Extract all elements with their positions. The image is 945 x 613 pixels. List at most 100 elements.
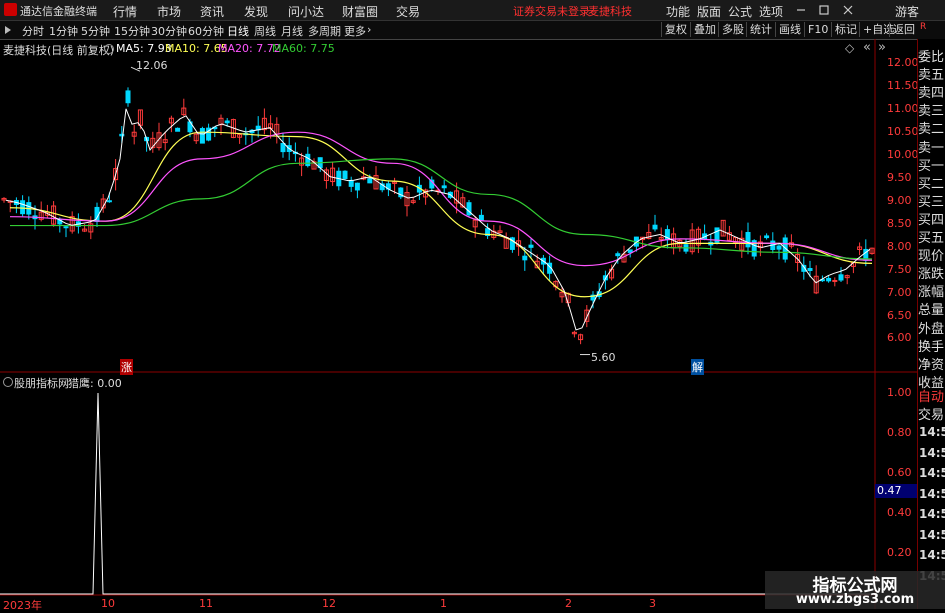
quote-label: 买三: [918, 194, 945, 210]
candle-body: [106, 200, 112, 203]
candle-body: [224, 120, 230, 124]
menu-shichang[interactable]: 市场: [157, 3, 181, 20]
sub-settings-circle-icon[interactable]: [3, 377, 13, 387]
collapse-left-icon[interactable]: «: [863, 40, 871, 55]
quote-label: 卖三: [918, 104, 945, 120]
app-title: 通达信金融终端: [20, 5, 97, 18]
btn-huaxian[interactable]: 画线: [775, 22, 804, 37]
quote-label: 外盘: [918, 321, 945, 337]
quote-label: 换手: [918, 339, 945, 355]
period-more[interactable]: 更多: [344, 23, 366, 39]
btn-biaoji[interactable]: 标记: [831, 22, 860, 37]
candle-body: [838, 274, 844, 281]
marker-zhang[interactable]: 涨: [120, 359, 133, 375]
menu-wenxiaoda[interactable]: 问小达: [288, 3, 324, 20]
trade-login-alert[interactable]: 证券交易未登录: [513, 3, 590, 19]
candle-body: [807, 268, 813, 271]
menu-hangqing[interactable]: 行情: [113, 3, 137, 20]
marker-jie[interactable]: 解: [691, 359, 704, 375]
period-weekly[interactable]: 周线: [254, 23, 276, 39]
btn-duogu[interactable]: 多股: [718, 22, 747, 37]
sub-tick: 0.20: [887, 546, 912, 559]
menu-zixun[interactable]: 资讯: [200, 3, 224, 20]
menu-jiaoyi[interactable]: 交易: [396, 3, 420, 20]
quote-label: 买一: [918, 158, 945, 174]
candle-body: [342, 170, 348, 179]
menu-arrow-icon[interactable]: [3, 25, 13, 35]
watermark-url: www.zbgs3.com: [795, 592, 915, 607]
panel-top-mark: R: [920, 22, 927, 32]
minimize-icon[interactable]: [795, 4, 807, 16]
tick-time: 14:56: [919, 527, 945, 542]
price-tick: 7.50: [887, 263, 912, 276]
ma60-label: MA60: 7.75: [272, 42, 335, 55]
btn-diejia[interactable]: 叠加: [690, 22, 719, 37]
menu-gongshi[interactable]: 公式: [728, 3, 752, 20]
btn-f10[interactable]: F10: [804, 22, 831, 37]
period-monthly[interactable]: 月线: [281, 23, 303, 39]
kline-chart[interactable]: [0, 39, 917, 609]
restore-icon[interactable]: [818, 4, 830, 16]
candle-body: [348, 180, 354, 187]
candle-body: [652, 224, 658, 230]
chart-title: 麦捷科技(日线 前复权): [3, 44, 115, 57]
period-30min[interactable]: 30分钟: [151, 23, 187, 39]
menu-xuanxiang[interactable]: 选项: [759, 3, 783, 20]
tick-time: 14:56: [919, 507, 945, 521]
candle-body: [764, 235, 770, 239]
quote-label: 总量: [918, 303, 945, 319]
menu-gongneng[interactable]: 功能: [666, 3, 690, 20]
app-logo-icon: [4, 3, 17, 16]
quote-label: 涨幅: [918, 285, 945, 301]
btn-fanhui[interactable]: 返回: [889, 22, 918, 37]
guest-user[interactable]: 游客: [895, 3, 919, 20]
period-5min[interactable]: 5分钟: [81, 23, 110, 39]
btn-tongji[interactable]: 统计: [746, 22, 775, 37]
close-icon[interactable]: [842, 4, 854, 16]
quote-label: 卖一: [918, 140, 945, 156]
period-toolbar: 分时 1分钟 5分钟 15分钟 30分钟 60分钟 日线 周线 月线 多周期 更…: [0, 21, 945, 40]
indicator-value: 猎鹰: 0.00: [68, 377, 122, 390]
period-1min[interactable]: 1分钟: [49, 23, 78, 39]
collapse-right-icon[interactable]: »: [878, 40, 886, 55]
quote-label: 净资: [918, 357, 945, 373]
diamond-icon[interactable]: ◇: [845, 41, 854, 55]
period-fenshi[interactable]: 分时: [22, 23, 44, 39]
tick-time: 14:56: [919, 445, 945, 460]
price-tick: 8.00: [887, 240, 912, 253]
period-60min[interactable]: 60分钟: [188, 23, 224, 39]
indicator-line: [0, 392, 875, 595]
price-tick: 11.00: [887, 102, 919, 115]
candle-body: [305, 153, 311, 167]
tick-time: 14:56: [919, 466, 945, 480]
sub-tick: 0.40: [887, 506, 912, 519]
quote-label: 现价: [918, 249, 945, 265]
price-tick: 10.50: [887, 125, 919, 138]
candle-body: [20, 200, 26, 215]
candle-body: [125, 90, 131, 104]
btn-fuquan[interactable]: 复权: [661, 22, 690, 37]
menu-faxian[interactable]: 发现: [244, 3, 268, 20]
candle-body: [478, 214, 484, 221]
watermark: 指标公式网 www.zbgs3.com: [765, 571, 945, 609]
menu-banmian[interactable]: 版面: [697, 3, 721, 20]
more-chevron-icon[interactable]: ›: [367, 23, 371, 36]
menu-caifuquan[interactable]: 财富圈: [342, 3, 378, 20]
sub-tick: 1.00: [887, 386, 912, 399]
quote-label: 买二: [918, 176, 945, 192]
auto-label[interactable]: 自动: [918, 386, 945, 405]
period-daily[interactable]: 日线: [227, 23, 249, 39]
ma-line-ma5: [5, 108, 871, 331]
price-tick: 8.50: [887, 217, 912, 230]
candle-body: [441, 185, 447, 189]
quote-label: 委比: [918, 50, 945, 65]
candle-body: [832, 279, 838, 282]
trade-label[interactable]: 交易: [918, 404, 945, 423]
quote-label: 买四: [918, 212, 945, 228]
sub-chart-title: 股朋指标网: [14, 377, 69, 390]
candle-body: [175, 127, 181, 132]
period-15min[interactable]: 15分钟: [114, 23, 150, 39]
x-label: 2: [565, 597, 572, 610]
period-multi[interactable]: 多周期: [308, 23, 341, 39]
settings-circle-icon[interactable]: [104, 44, 114, 54]
